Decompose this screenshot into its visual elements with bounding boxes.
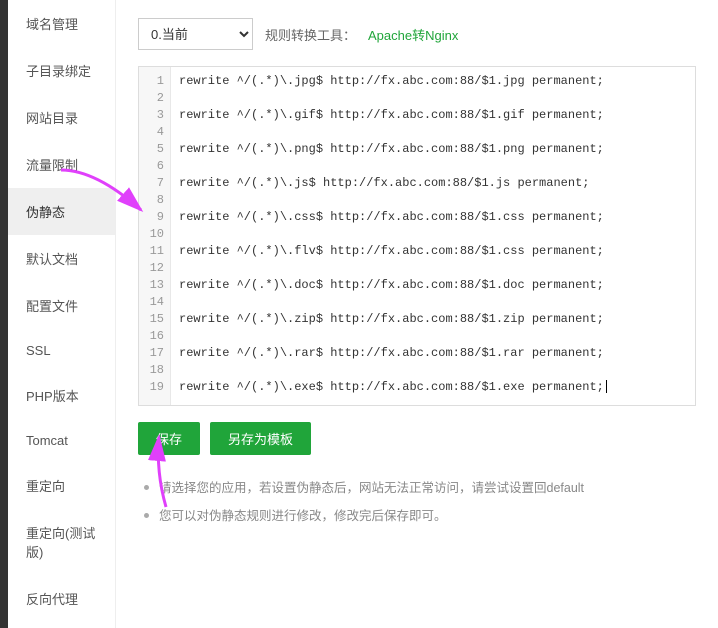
editor-code-area[interactable]: rewrite ^/(.*)\.jpg$ http://fx.abc.com:8… xyxy=(171,67,695,405)
hint-list: 请选择您的应用，若设置伪静态后，网站无法正常访问，请尝试设置回default 您… xyxy=(138,477,696,527)
sidebar-item-label: 子目录绑定 xyxy=(26,64,91,79)
sidebar-item-label: 域名管理 xyxy=(26,17,78,32)
bullet-icon xyxy=(144,485,149,490)
sidebar-item-label: 伪静态 xyxy=(26,205,65,220)
main-content: 0.当前 规则转换工具： Apache转Nginx 12345678910111… xyxy=(116,0,718,628)
sidebar-item-default-doc[interactable]: 默认文档 xyxy=(8,235,115,282)
sidebar-item-redirect[interactable]: 重定向 xyxy=(8,462,115,509)
sidebar-item-ssl[interactable]: SSL xyxy=(8,329,115,372)
sidebar-item-php[interactable]: PHP版本 xyxy=(8,372,115,419)
code-editor[interactable]: 12345678910111213141516171819 rewrite ^/… xyxy=(138,66,696,406)
sidebar-item-label: 网站目录 xyxy=(26,111,78,126)
hint-text: 您可以对伪静态规则进行修改，修改完后保存即可。 xyxy=(159,505,447,527)
sidebar-item-label: 重定向 xyxy=(26,479,65,494)
bullet-icon xyxy=(144,513,149,518)
sidebar-item-redirect-beta[interactable]: 重定向(测试版) xyxy=(8,509,115,575)
top-row: 0.当前 规则转换工具： Apache转Nginx xyxy=(138,18,696,50)
sidebar-item-label: 默认文档 xyxy=(26,252,78,267)
sidebar-item-subdir[interactable]: 子目录绑定 xyxy=(8,47,115,94)
hint-item: 请选择您的应用，若设置伪静态后，网站无法正常访问，请尝试设置回default xyxy=(144,477,696,499)
save-as-template-button[interactable]: 另存为模板 xyxy=(210,422,311,455)
sidebar-item-label: Tomcat xyxy=(26,433,68,448)
hint-item: 您可以对伪静态规则进行修改，修改完后保存即可。 xyxy=(144,505,696,527)
template-select[interactable]: 0.当前 xyxy=(138,18,253,50)
sidebar-item-label: 重定向(测试版) xyxy=(26,526,95,560)
sidebar-item-pseudo-static[interactable]: 伪静态 xyxy=(8,188,115,235)
apache-to-nginx-link[interactable]: Apache转Nginx xyxy=(368,25,458,44)
sidebar-item-hotlink[interactable]: 防盗链 xyxy=(8,622,115,628)
sidebar-item-label: 反向代理 xyxy=(26,592,78,607)
sidebar-item-sitedir[interactable]: 网站目录 xyxy=(8,94,115,141)
sidebar-item-label: 流量限制 xyxy=(26,158,78,173)
sidebar-item-config[interactable]: 配置文件 xyxy=(8,282,115,329)
tool-label: 规则转换工具： xyxy=(265,25,356,44)
sidebar-item-label: 配置文件 xyxy=(26,299,78,314)
hint-text: 请选择您的应用，若设置伪静态后，网站无法正常访问，请尝试设置回default xyxy=(159,477,584,499)
editor-gutter: 12345678910111213141516171819 xyxy=(139,67,171,405)
sidebar-item-traffic[interactable]: 流量限制 xyxy=(8,141,115,188)
sidebar-item-tomcat[interactable]: Tomcat xyxy=(8,419,115,462)
save-button[interactable]: 保存 xyxy=(138,422,200,455)
sidebar-item-domain[interactable]: 域名管理 xyxy=(8,0,115,47)
sidebar: 域名管理 子目录绑定 网站目录 流量限制 伪静态 默认文档 配置文件 SSL P… xyxy=(8,0,116,628)
left-strip xyxy=(0,0,8,628)
sidebar-item-label: PHP版本 xyxy=(26,389,79,404)
sidebar-item-label: SSL xyxy=(26,343,51,358)
sidebar-item-reverse-proxy[interactable]: 反向代理 xyxy=(8,575,115,622)
button-row: 保存 另存为模板 xyxy=(138,422,696,455)
